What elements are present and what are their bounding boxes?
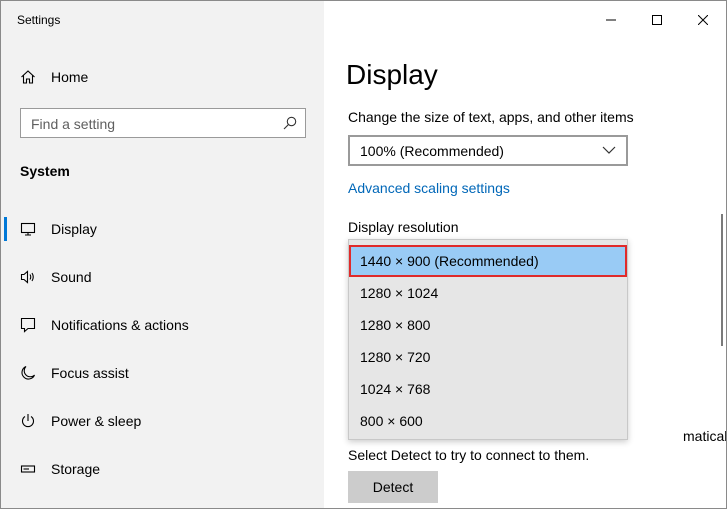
sidebar-item-home[interactable]: Home: [1, 61, 324, 93]
partial-description-text: matically.: [683, 428, 727, 444]
settings-window: Settings Home System Display Sou: [0, 0, 727, 509]
sidebar-item-label: Notifications & actions: [51, 317, 189, 333]
window-title: Settings: [17, 13, 61, 27]
notification-icon: [19, 316, 37, 334]
close-button[interactable]: [680, 1, 726, 39]
sidebar-item-label: Home: [51, 69, 89, 85]
advanced-scaling-link[interactable]: Advanced scaling settings: [348, 180, 510, 196]
resolution-dropdown-list: 1440 × 900 (Recommended) 1280 × 1024 128…: [348, 239, 628, 440]
sidebar-item-label: Focus assist: [51, 365, 129, 381]
resolution-option[interactable]: 800 × 600: [349, 405, 627, 437]
sidebar-item-label: Sound: [51, 269, 92, 285]
resolution-option[interactable]: 1280 × 800: [349, 309, 627, 341]
sidebar-item-label: Power & sleep: [51, 413, 142, 429]
sidebar-item-display[interactable]: Display: [1, 209, 324, 249]
sidebar-item-label: Display: [51, 221, 97, 237]
detect-button[interactable]: Detect: [348, 471, 438, 503]
search-input[interactable]: [31, 115, 271, 133]
sidebar-item-storage[interactable]: Storage: [1, 449, 324, 489]
minimize-icon: [606, 19, 616, 21]
resolution-label: Display resolution: [348, 219, 459, 235]
resolution-option[interactable]: 1280 × 1024: [349, 277, 627, 309]
storage-icon: [19, 460, 37, 478]
sidebar-item-sound[interactable]: Sound: [1, 257, 324, 297]
section-title: System: [20, 163, 70, 179]
search-icon[interactable]: [282, 115, 298, 131]
close-icon: [698, 15, 708, 25]
chevron-down-icon: [602, 146, 616, 154]
speaker-icon: [19, 268, 37, 286]
power-icon: [19, 412, 37, 430]
sidebar-item-focus-assist[interactable]: Focus assist: [1, 353, 324, 393]
scrollbar[interactable]: [721, 214, 723, 346]
home-icon: [19, 68, 37, 86]
scale-dropdown[interactable]: 100% (Recommended): [348, 135, 628, 166]
scale-label: Change the size of text, apps, and other…: [348, 109, 634, 125]
maximize-button[interactable]: [634, 1, 680, 39]
detect-description: Select Detect to try to connect to them.: [348, 447, 590, 463]
search-box[interactable]: [20, 108, 306, 138]
sidebar: Settings Home System Display Sou: [1, 1, 324, 508]
sidebar-item-notifications[interactable]: Notifications & actions: [1, 305, 324, 345]
minimize-button[interactable]: [588, 1, 634, 39]
resolution-option[interactable]: 1440 × 900 (Recommended): [349, 245, 627, 277]
active-indicator: [4, 217, 7, 241]
moon-icon: [19, 364, 37, 382]
maximize-icon: [652, 15, 662, 25]
scale-dropdown-value: 100% (Recommended): [360, 143, 504, 159]
sidebar-item-label: Storage: [51, 461, 101, 477]
resolution-option[interactable]: 1024 × 768: [349, 373, 627, 405]
sidebar-item-power-sleep[interactable]: Power & sleep: [1, 401, 324, 441]
page-title: Display: [346, 59, 438, 90]
monitor-icon: [19, 220, 37, 238]
resolution-option[interactable]: 1280 × 720: [349, 341, 627, 373]
